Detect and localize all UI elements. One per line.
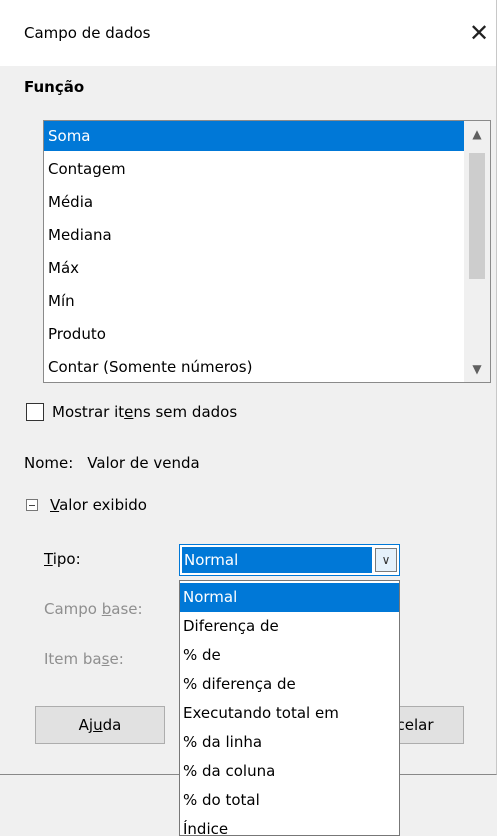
type-option[interactable]: % da linha (180, 728, 399, 757)
function-item[interactable]: Mediana (44, 220, 464, 250)
function-item[interactable]: Contagem (44, 154, 464, 184)
type-option[interactable]: % do total (180, 786, 399, 815)
type-option[interactable]: Executando total em (180, 699, 399, 728)
displayed-value-expander[interactable]: Valor exibido (26, 496, 147, 514)
show-items-label: Mostrar itens sem dados (52, 403, 238, 421)
dialog-title: Campo de dados (24, 24, 151, 42)
function-item[interactable]: Média (44, 187, 464, 217)
help-button[interactable]: Ajuda (35, 706, 165, 744)
chevron-down-icon[interactable]: ∨ (375, 548, 397, 572)
type-option[interactable]: % diferença de (180, 670, 399, 699)
function-listbox[interactable]: Soma Contagem Média Mediana Máx Mín Prod… (43, 120, 491, 383)
function-item[interactable]: Máx (44, 253, 464, 283)
close-icon[interactable]: ✕ (462, 16, 496, 50)
collapse-icon[interactable] (26, 499, 38, 511)
function-item[interactable]: Mín (44, 286, 464, 316)
type-option[interactable]: % de (180, 641, 399, 670)
scroll-down-icon[interactable]: ▼ (464, 356, 490, 382)
type-value: Normal (182, 547, 372, 573)
function-scrollbar[interactable]: ▲ ▼ (464, 121, 490, 382)
scrollbar-thumb[interactable] (469, 153, 485, 279)
type-option[interactable]: Índice (180, 815, 399, 835)
function-section-label: Função (24, 78, 85, 96)
function-item[interactable]: Soma (44, 121, 464, 151)
scroll-up-icon[interactable]: ▲ (464, 121, 490, 147)
displayed-value-label: Valor exibido (50, 496, 147, 514)
function-item[interactable]: Contar (Somente números) (44, 352, 464, 382)
name-row: Nome: Valor de venda (24, 454, 200, 472)
type-option[interactable]: Diferença de (180, 612, 399, 641)
show-items-checkbox[interactable] (26, 403, 44, 421)
type-combobox[interactable]: Normal ∨ (179, 544, 400, 576)
name-value: Valor de venda (87, 454, 200, 472)
title-bar: Campo de dados ✕ (0, 0, 496, 66)
name-label: Nome: (24, 454, 74, 472)
type-option[interactable]: % da coluna (180, 757, 399, 786)
type-label: Tipo: (44, 550, 81, 568)
type-option[interactable]: Normal (180, 583, 399, 612)
show-items-row[interactable]: Mostrar itens sem dados (26, 400, 237, 424)
base-field-label: Campo base: (44, 600, 143, 618)
type-dropdown-list[interactable]: Normal Diferença de % de % diferença de … (179, 580, 400, 836)
function-item[interactable]: Produto (44, 319, 464, 349)
base-item-label: Item base: (44, 650, 124, 668)
